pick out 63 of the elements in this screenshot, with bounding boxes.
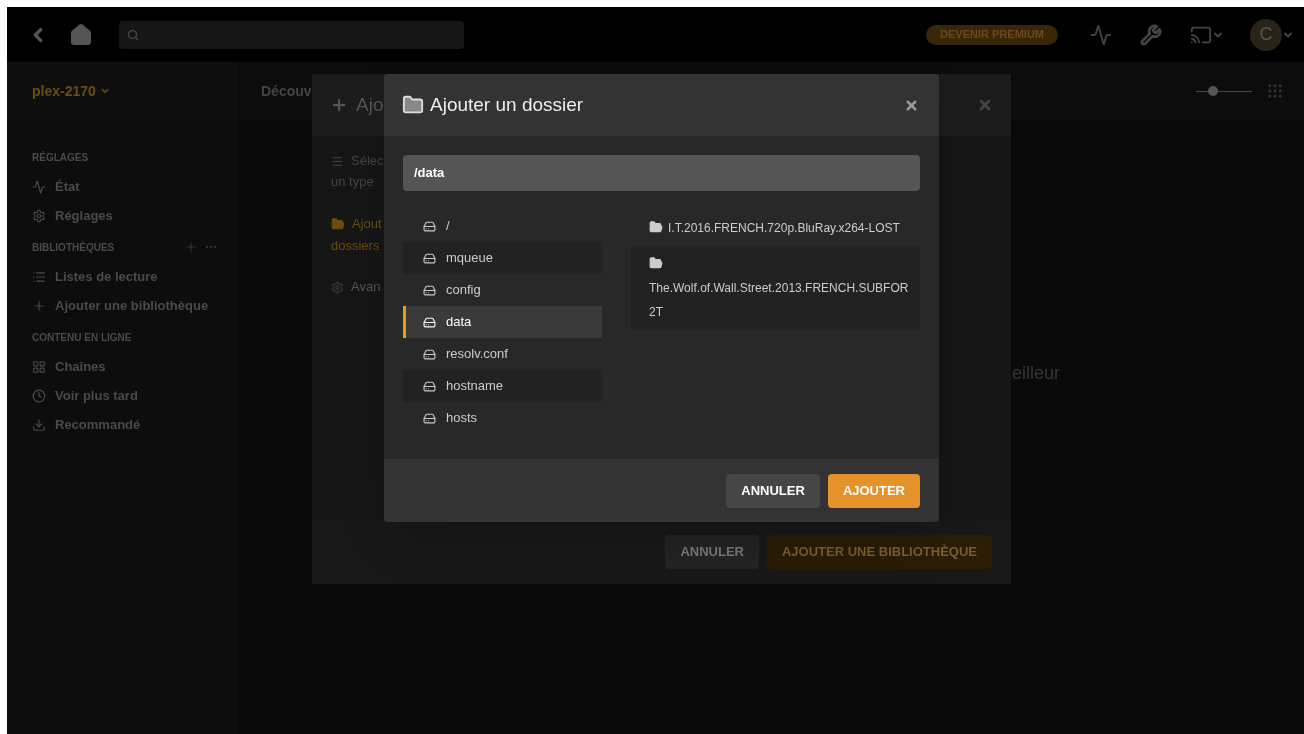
drive-icon [423,347,436,361]
location-item[interactable]: / [403,210,602,242]
drive-icon [423,315,436,329]
drive-icon [423,283,436,297]
drive-icon [423,219,436,233]
grid-icon[interactable] [1266,82,1284,100]
gear-icon [32,208,46,223]
folder-icon [331,217,345,231]
folder-icon [649,220,663,234]
list-icon [32,269,46,284]
sidebar-item[interactable]: Chaînes [32,352,218,381]
home-icon[interactable] [69,22,93,47]
location-item[interactable]: hostname [403,370,602,402]
sidebar-item[interactable]: Réglages [32,201,218,230]
plus-icon[interactable] [184,240,198,254]
location-item[interactable]: mqueue [403,242,602,274]
location-item[interactable]: hosts [403,402,602,434]
slider-thumb[interactable] [1207,86,1218,96]
add-button[interactable]: AJOUTER [827,473,920,508]
menu-icon [331,154,344,168]
dialog-title: Ajouter un dossier [430,92,584,117]
sidebar-item[interactable]: Ajouter une bibliothèque [32,291,218,320]
folder-link[interactable]: dossiers [331,236,380,260]
drive-icon [423,251,436,265]
close-icon[interactable] [904,97,919,113]
drive-icon [423,411,436,425]
folder-item[interactable]: The.Wolf.of.Wall.Street.2013.FRENCH.SUBFOR 2T [631,246,920,330]
plus-icon [32,298,46,313]
activity-icon[interactable] [1090,23,1112,46]
path-field[interactable]: /data [403,155,920,191]
avatar[interactable]: C [1250,18,1282,51]
activity-icon [32,179,46,194]
server-name[interactable]: plex-2170 [32,80,96,102]
path-input[interactable]: /data [414,163,909,183]
clock-icon [32,388,46,403]
download-icon [32,417,46,432]
grid-icon [32,359,46,374]
location-item[interactable]: resolv.conf [403,338,602,370]
location-item[interactable]: config [403,274,602,306]
location-item[interactable]: data [403,306,602,338]
tab[interactable]: Découv [261,80,311,102]
section-header: CONTENU EN LIGNE [32,330,133,345]
sidebar-item[interactable]: Voir plus tard [32,381,218,410]
folder-icon [649,256,663,270]
section-header: RÉGLAGES [32,150,90,165]
folder-item[interactable]: I.T.2016.FRENCH.720p.BluRay.x264-LOST [631,210,920,246]
search-field[interactable] [119,20,464,49]
drive-icon [423,379,436,393]
dialog-title: Ajo [356,92,384,117]
section-header: BIBLIOTHÈQUES [32,240,116,255]
cancel-button[interactable]: ANNULER [665,535,759,569]
cancel-button[interactable]: ANNULER [726,473,820,508]
sidebar-item[interactable]: Recommandé [32,410,218,439]
sidebar-item[interactable]: Listes de lecture [32,262,218,291]
tools-icon[interactable] [1140,23,1162,46]
sidebar-item[interactable]: État [32,172,218,201]
advanced-link[interactable]: Avan [351,277,381,297]
caret-icon[interactable] [99,86,110,96]
zoom-slider[interactable] [1196,86,1252,96]
search-icon [127,28,139,41]
plus-icon [330,96,348,114]
folder-link[interactable]: Ajout [352,214,382,234]
gear-icon [331,280,344,294]
